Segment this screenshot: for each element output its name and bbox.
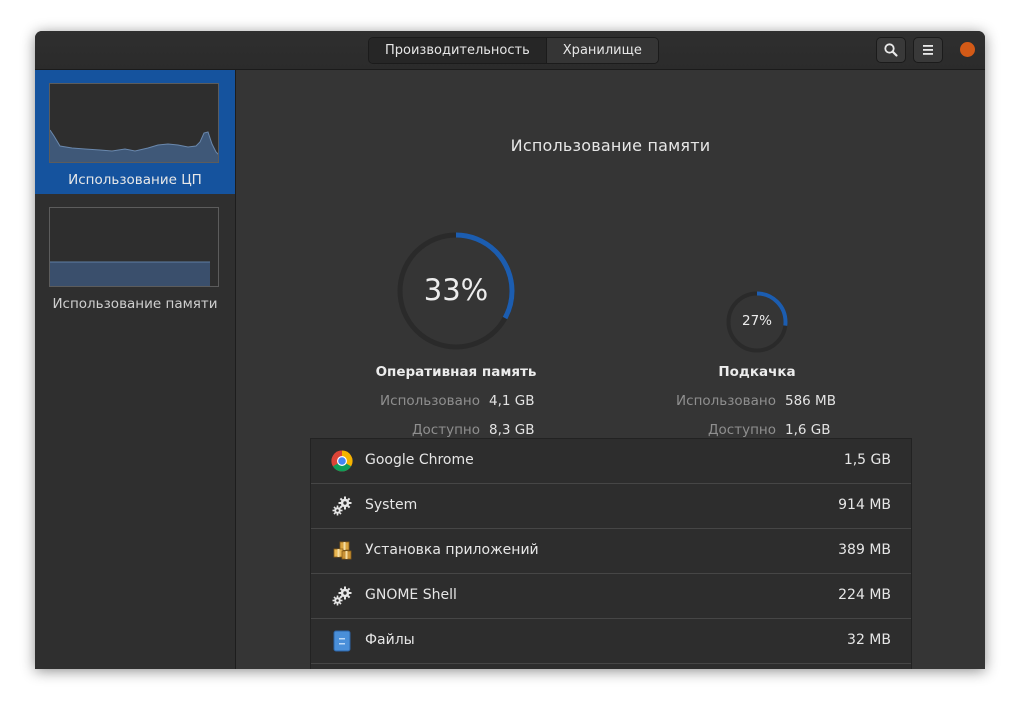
sidebar-item-label: Использование ЦП — [68, 172, 202, 188]
list-item[interactable] — [311, 664, 911, 669]
process-memory: 1,5 GB — [843, 452, 891, 468]
system-monitor-window: Производительность Хранилище Использован… — [35, 31, 985, 669]
software-package-icon — [333, 541, 352, 560]
page-title: Использование памяти — [510, 136, 711, 155]
swap-percent: 27% — [741, 313, 772, 329]
sidebar-item-memory[interactable]: Использование памяти — [35, 194, 235, 318]
main-content: Использование памяти 33% Оперативная пам… — [236, 70, 985, 669]
sidebar-item-cpu[interactable]: Использование ЦП — [35, 70, 235, 194]
ram-available-value: 8,3 GB — [489, 422, 535, 438]
tab-storage[interactable]: Хранилище — [546, 38, 658, 63]
process-name: GNOME Shell — [365, 587, 457, 603]
process-memory: 32 MB — [847, 632, 891, 648]
process-name: Файлы — [365, 632, 415, 648]
ram-title: Оперативная память — [375, 364, 537, 380]
close-button[interactable] — [960, 42, 975, 57]
view-switcher: Производительность Хранилище — [368, 37, 659, 64]
ram-gauge: 33% — [396, 231, 516, 351]
process-memory: 914 MB — [838, 497, 891, 513]
list-item[interactable]: Файлы 32 MB — [311, 619, 911, 664]
ram-used-label: Использовано — [380, 393, 480, 409]
menu-button[interactable] — [913, 37, 943, 63]
search-button[interactable] — [876, 37, 906, 63]
process-name: Google Chrome — [365, 452, 474, 468]
list-item[interactable]: GNOME Shell 224 MB — [311, 574, 911, 619]
swap-available-value: 1,6 GB — [785, 422, 831, 438]
tab-performance[interactable]: Производительность — [369, 38, 547, 63]
sidebar: Использование ЦП Использование памяти — [35, 70, 236, 669]
swap-title: Подкачка — [718, 364, 796, 380]
process-memory: 224 MB — [838, 587, 891, 603]
list-item[interactable]: System 914 MB — [311, 484, 911, 529]
ram-available-label: Доступно — [412, 422, 480, 438]
swap-gauge: 27% — [726, 291, 788, 353]
gears-icon — [332, 496, 352, 516]
swap-used-value: 586 MB — [785, 393, 836, 409]
sidebar-item-label: Использование памяти — [52, 296, 218, 312]
search-icon — [884, 43, 898, 57]
process-name: Установка приложений — [365, 542, 539, 558]
hamburger-menu-icon — [923, 45, 933, 55]
swap-used-label: Использовано — [676, 393, 776, 409]
chrome-icon — [331, 450, 353, 472]
ram-used-value: 4,1 GB — [489, 393, 535, 409]
ram-percent: 33% — [423, 273, 489, 307]
process-memory: 389 MB — [838, 542, 891, 558]
files-icon — [333, 630, 351, 652]
list-item[interactable]: Google Chrome 1,5 GB — [311, 439, 911, 484]
gears-icon — [332, 586, 352, 606]
header-bar: Производительность Хранилище — [35, 31, 985, 70]
process-list: Google Chrome 1,5 GB System 914 MB Устан… — [310, 438, 912, 669]
memory-usage-thumbnail — [49, 207, 219, 287]
cpu-usage-thumbnail — [49, 83, 219, 163]
process-name: System — [365, 497, 418, 513]
swap-available-label: Доступно — [708, 422, 776, 438]
list-item[interactable]: Установка приложений 389 MB — [311, 529, 911, 574]
